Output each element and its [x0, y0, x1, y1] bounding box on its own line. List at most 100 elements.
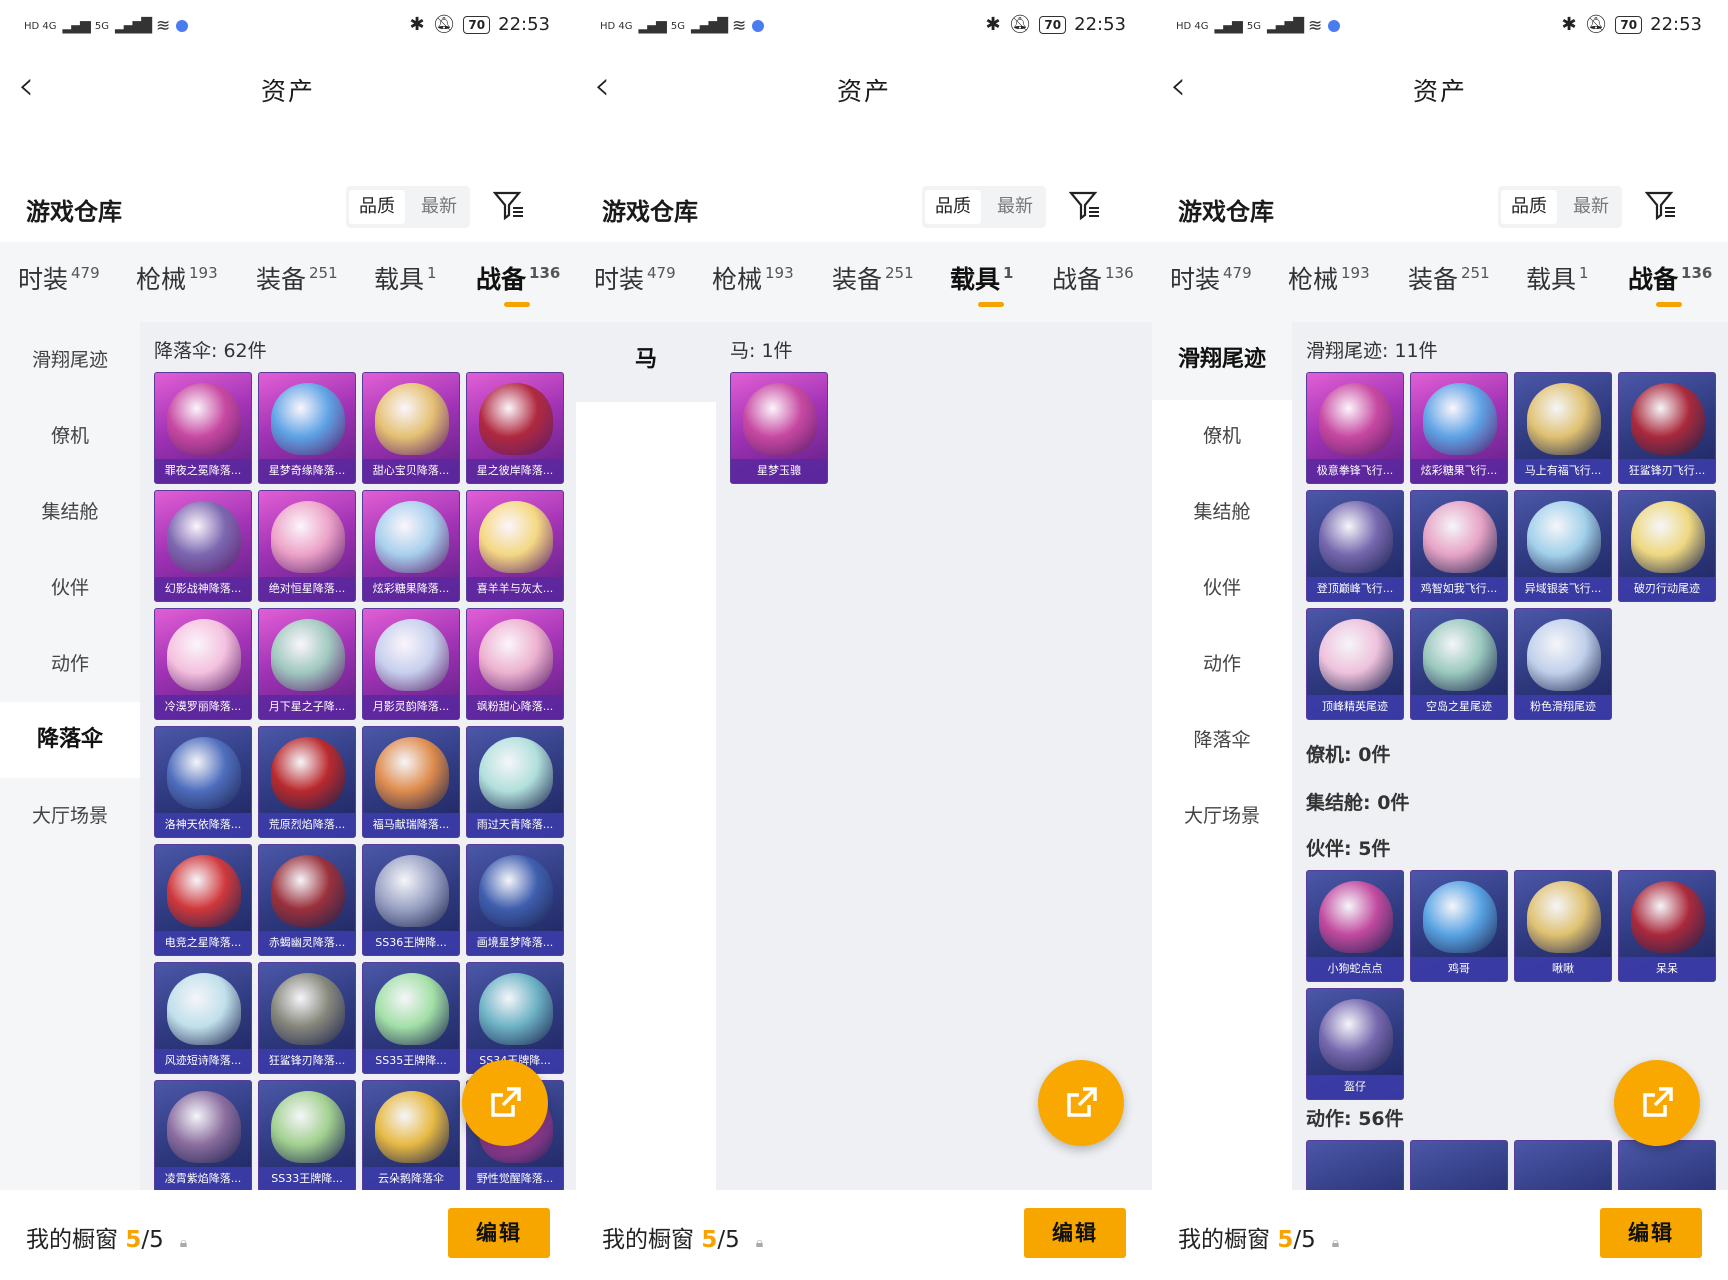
side-item-wingman[interactable]: 僚机	[0, 398, 140, 474]
item-label: 洛神天依降落...	[155, 813, 251, 837]
item-thumbnail	[1319, 383, 1393, 455]
section-header: 僚机: 0件	[1306, 744, 1391, 766]
sort-newest-button[interactable]: 最新	[1563, 190, 1619, 224]
item-card[interactable]: 星梦奇缘降落...	[258, 372, 356, 484]
tab-vehicles[interactable]: 载具 1	[374, 260, 437, 296]
sort-quality-button[interactable]: 品质	[1501, 190, 1557, 224]
sort-newest-button[interactable]: 最新	[987, 190, 1043, 224]
item-card[interactable]: 绝对恒星降落...	[258, 490, 356, 602]
item-card[interactable]: 赤蝎幽灵降落...	[258, 844, 356, 956]
share-button[interactable]	[1038, 1060, 1124, 1146]
item-card[interactable]: 幻影战神降落...	[154, 490, 252, 602]
bluetooth-icon: ✱	[985, 14, 1001, 35]
item-card[interactable]: 马上有福飞行...	[1514, 372, 1612, 484]
item-card[interactable]: 狂鲨锋刃飞行...	[1618, 372, 1716, 484]
tab-battle-gear[interactable]: 战备 136	[1628, 260, 1712, 307]
active-tab-indicator	[504, 302, 530, 307]
item-card[interactable]: 电竞之星降落...	[154, 844, 252, 956]
tab-vehicles[interactable]: 载具 1	[1526, 260, 1589, 296]
sort-newest-button[interactable]: 最新	[411, 190, 467, 224]
item-card[interactable]: 盔仔	[1306, 988, 1404, 1100]
tab-fashion[interactable]: 时装 479	[594, 260, 676, 296]
side-item-parachute[interactable]: 降落伞	[1152, 702, 1292, 778]
item-card[interactable]: 洛神天依降落...	[154, 726, 252, 838]
item-card[interactable]: 云朵鹅降落伞	[362, 1080, 460, 1192]
side-item-companion[interactable]: 伙伴	[1152, 550, 1292, 626]
item-card[interactable]: SS33王牌降...	[258, 1080, 356, 1192]
side-item-horse[interactable]: 马	[576, 322, 716, 402]
filter-icon[interactable]	[1068, 188, 1102, 222]
item-card[interactable]: 炫彩糖果飞行...	[1410, 372, 1508, 484]
filter-icon[interactable]	[1644, 188, 1678, 222]
item-label: 荒原烈焰降落...	[259, 813, 355, 837]
item-card[interactable]: 荒原烈焰降落...	[258, 726, 356, 838]
item-card[interactable]: 小狗蛇点点	[1306, 870, 1404, 982]
item-card[interactable]: 风迹短诗降落...	[154, 962, 252, 1074]
tab-firearms[interactable]: 枪械 193	[712, 260, 794, 296]
edit-button[interactable]: 编辑	[448, 1208, 550, 1258]
item-card[interactable]: 甜心宝贝降落...	[362, 372, 460, 484]
item-thumbnail	[1631, 881, 1705, 953]
item-card[interactable]: 顶峰精英尾迹	[1306, 608, 1404, 720]
item-label: 鸡智如我飞行...	[1411, 577, 1507, 601]
side-item-lobby-scene[interactable]: 大厅场景	[0, 778, 140, 854]
edit-button[interactable]: 编辑	[1600, 1208, 1702, 1258]
side-item-parachute[interactable]: 降落伞	[0, 702, 140, 778]
item-card[interactable]: SS35王牌降...	[362, 962, 460, 1074]
item-card[interactable]: 雨过天青降落...	[466, 726, 564, 838]
item-card[interactable]: 空岛之星尾迹	[1410, 608, 1508, 720]
item-card[interactable]: 罪夜之冕降落...	[154, 372, 252, 484]
item-card[interactable]: 鸡智如我飞行...	[1410, 490, 1508, 602]
item-card[interactable]: 狂鲨锋刃降落...	[258, 962, 356, 1074]
side-item-glide-trail[interactable]: 滑翔尾迹	[0, 322, 140, 398]
item-card[interactable]: 异域银装飞行...	[1514, 490, 1612, 602]
item-thumbnail	[1423, 501, 1497, 573]
sort-quality-button[interactable]: 品质	[349, 190, 405, 224]
side-item-lobby-scene[interactable]: 大厅场景	[1152, 778, 1292, 854]
sort-quality-button[interactable]: 品质	[925, 190, 981, 224]
item-card[interactable]: 星梦玉骢	[730, 372, 828, 484]
showcase-bar: 我的橱窗 5/5 🔒︎ 编辑	[0, 1190, 576, 1280]
item-card[interactable]: 飒粉甜心降落...	[466, 608, 564, 720]
tab-battle-gear[interactable]: 战备 136	[476, 260, 560, 307]
side-item-wingman[interactable]: 僚机	[1152, 398, 1292, 474]
tab-vehicles[interactable]: 载具 1	[950, 260, 1013, 307]
tab-firearms[interactable]: 枪械 193	[1288, 260, 1370, 296]
item-card[interactable]: 粉色滑翔尾迹	[1514, 608, 1612, 720]
tab-battle-gear[interactable]: 战备 136	[1052, 260, 1134, 296]
tab-fashion[interactable]: 时装 479	[1170, 260, 1252, 296]
item-card[interactable]: 画境星梦降落...	[466, 844, 564, 956]
share-button[interactable]	[462, 1060, 548, 1146]
side-item-companion[interactable]: 伙伴	[0, 550, 140, 626]
filter-icon[interactable]	[492, 188, 526, 222]
tab-firearms[interactable]: 枪械 193	[136, 260, 218, 296]
edit-button[interactable]: 编辑	[1024, 1208, 1126, 1258]
share-button[interactable]	[1614, 1060, 1700, 1146]
side-item-pod[interactable]: 集结舱	[1152, 474, 1292, 550]
item-card[interactable]: 福马献瑞降落...	[362, 726, 460, 838]
item-card[interactable]: 星之彼岸降落...	[466, 372, 564, 484]
item-card[interactable]: 喜羊羊与灰太...	[466, 490, 564, 602]
item-card[interactable]: 破刃行动尾迹	[1618, 490, 1716, 602]
item-card[interactable]: 月影灵韵降落...	[362, 608, 460, 720]
item-card[interactable]: 极意拳锋飞行...	[1306, 372, 1404, 484]
side-item-emote[interactable]: 动作	[1152, 626, 1292, 702]
item-card[interactable]: 月下星之子降...	[258, 608, 356, 720]
side-item-pod[interactable]: 集结舱	[0, 474, 140, 550]
side-item-glide-trail[interactable]: 滑翔尾迹	[1152, 322, 1292, 398]
item-card[interactable]: 啾啾	[1514, 870, 1612, 982]
tab-equipment[interactable]: 装备 251	[1408, 260, 1490, 296]
item-card[interactable]: SS36王牌降...	[362, 844, 460, 956]
side-item-emote[interactable]: 动作	[0, 626, 140, 702]
item-card[interactable]: 冷漠罗丽降落...	[154, 608, 252, 720]
item-card[interactable]: 登顶巅峰飞行...	[1306, 490, 1404, 602]
tab-equipment[interactable]: 装备 251	[256, 260, 338, 296]
tab-equipment[interactable]: 装备 251	[832, 260, 914, 296]
item-card[interactable]: 呆呆	[1618, 870, 1716, 982]
tab-fashion[interactable]: 时装 479	[18, 260, 100, 296]
item-card[interactable]: SS34王牌降...	[466, 962, 564, 1074]
item-label: 罪夜之冕降落...	[155, 459, 251, 483]
item-card[interactable]: 鸡哥	[1410, 870, 1508, 982]
item-card[interactable]: 凌霄紫焰降落...	[154, 1080, 252, 1192]
item-card[interactable]: 炫彩糖果降落...	[362, 490, 460, 602]
